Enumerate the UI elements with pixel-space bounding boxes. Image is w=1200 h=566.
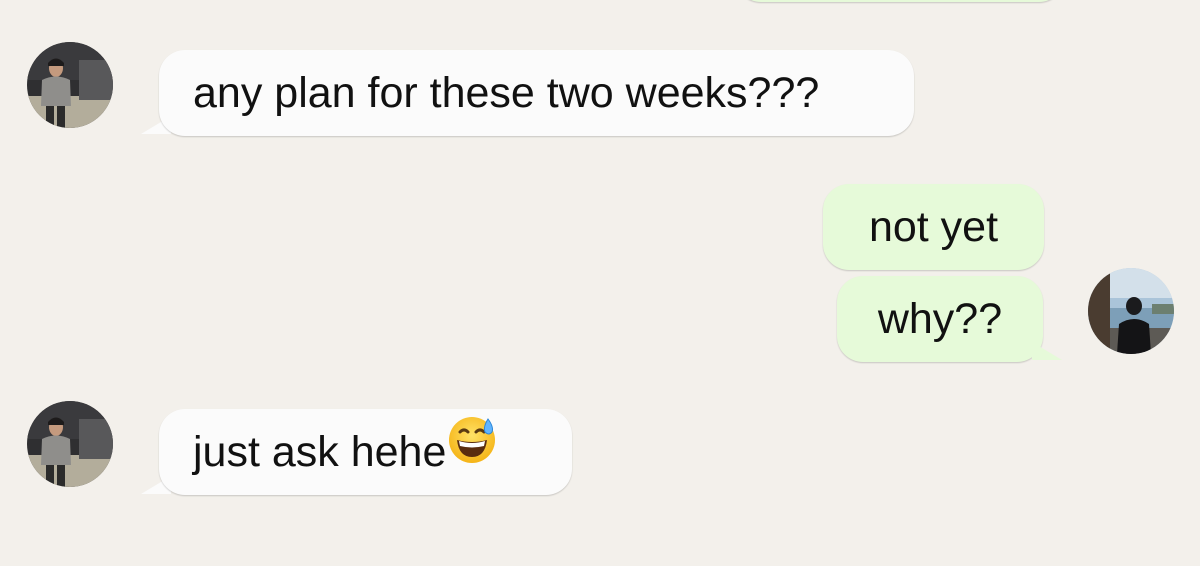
grinning-face-with-sweat-icon <box>446 408 498 494</box>
bubble-tail <box>1032 342 1062 360</box>
person-photo-avatar-icon <box>27 401 113 487</box>
chat-conversation: any plan for these two weeks??? not yet … <box>0 0 1200 566</box>
user-avatar[interactable] <box>1088 268 1174 354</box>
message-text: any plan for these two weeks??? <box>193 69 820 117</box>
incoming-message-bubble[interactable]: any plan for these two weeks??? <box>159 50 914 136</box>
message-text: just ask hehe <box>193 428 447 476</box>
contact-avatar[interactable] <box>27 42 113 128</box>
outgoing-message-bubble[interactable]: why?? <box>837 276 1043 362</box>
previous-message-bubble[interactable] <box>735 0 1065 2</box>
message-text: why?? <box>877 295 1003 343</box>
contact-avatar[interactable] <box>27 401 113 487</box>
person-sea-photo-avatar-icon <box>1088 268 1174 354</box>
person-photo-avatar-icon <box>27 42 113 128</box>
message-text: not yet <box>868 203 999 251</box>
outgoing-message-bubble[interactable]: not yet <box>823 184 1044 270</box>
incoming-message-bubble[interactable]: just ask hehe <box>159 409 572 495</box>
